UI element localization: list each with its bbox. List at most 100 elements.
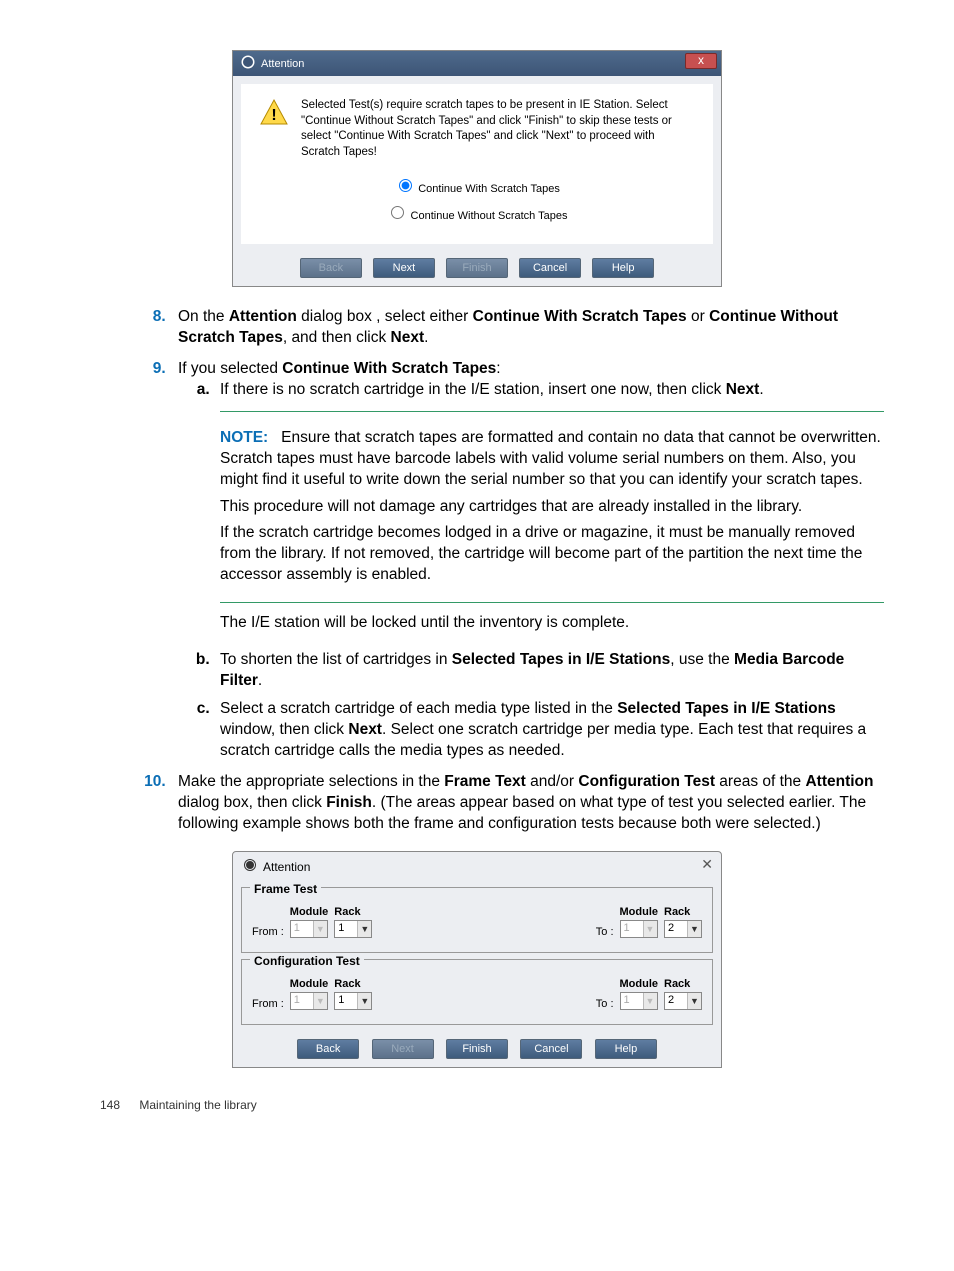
bold: Next (348, 721, 382, 738)
config-test-fieldset: Configuration Test X From : Module 1▼ (241, 959, 713, 1025)
hp-logo-icon (241, 55, 255, 72)
rack-label: Rack (334, 906, 372, 918)
to-group: X To : Module 1▼ Rack 2▼ (596, 978, 702, 1010)
from-module-combo: 1▼ (290, 920, 329, 938)
chevron-down-icon[interactable]: ▼ (687, 921, 701, 937)
text: or (687, 308, 709, 325)
from-label: From : (252, 926, 284, 938)
chevron-down-icon[interactable]: ▼ (357, 993, 371, 1009)
help-button[interactable]: Help (595, 1039, 657, 1059)
help-button[interactable]: Help (592, 258, 654, 278)
combo-value: 2 (665, 921, 687, 937)
finish-button: Finish (446, 258, 508, 278)
from-rack-combo[interactable]: 1▼ (334, 992, 372, 1010)
bold: Selected Tapes in I/E Stations (617, 700, 836, 717)
close-button[interactable]: x (685, 53, 717, 69)
note-block: NOTE: Ensure that scratch tapes are form… (220, 411, 884, 603)
bold: Continue With Scratch Tapes (473, 308, 687, 325)
bold: Selected Tapes in I/E Stations (452, 651, 671, 668)
sub-list: If there is no scratch cartridge in the … (178, 380, 884, 762)
text: , use the (670, 651, 734, 668)
to-label: To : (596, 998, 614, 1010)
text: . (759, 381, 763, 398)
hp-logo-icon (243, 858, 257, 875)
page-footer: 148 Maintaining the library (70, 1068, 884, 1112)
from-label: From : (252, 998, 284, 1010)
to-label: To : (596, 926, 614, 938)
from-rack-combo[interactable]: 1▼ (334, 920, 372, 938)
back-button[interactable]: Back (297, 1039, 359, 1059)
note-text: The I/E station will be locked until the… (220, 613, 884, 634)
bold: Configuration Test (578, 773, 715, 790)
chevron-down-icon[interactable]: ▼ (687, 993, 701, 1009)
page-number: 148 (100, 1098, 120, 1112)
bold: Attention (805, 773, 873, 790)
text: dialog box, then click (178, 794, 326, 811)
text: : (496, 360, 500, 377)
dialog-titlebar: Attention ✕ (233, 852, 721, 881)
radio-with-input[interactable] (399, 179, 412, 192)
text: and/or (526, 773, 579, 790)
to-rack-combo[interactable]: 2▼ (664, 992, 702, 1010)
from-group: X From : Module 1▼ Rack 1▼ (252, 906, 372, 938)
step-9c: Select a scratch cartridge of each media… (214, 699, 884, 762)
chevron-down-icon: ▼ (643, 993, 657, 1009)
frame-test-legend: Frame Test (250, 882, 321, 896)
from-group: X From : Module 1▼ Rack 1▼ (252, 978, 372, 1010)
module-label: Module (290, 978, 329, 990)
dialog-button-row: Back Next Finish Cancel Help (241, 252, 713, 278)
bold: Attention (229, 308, 297, 325)
from-module-combo: 1▼ (290, 992, 329, 1010)
next-button: Next (372, 1039, 434, 1059)
text: . (258, 672, 262, 689)
text: . (424, 329, 428, 346)
rack-label: Rack (334, 978, 372, 990)
combo-value: 2 (665, 993, 687, 1009)
chevron-down-icon[interactable]: ▼ (357, 921, 371, 937)
cancel-button[interactable]: Cancel (520, 1039, 582, 1059)
text: areas of the (715, 773, 805, 790)
combo-value: 1 (335, 993, 357, 1009)
module-label: Module (620, 906, 659, 918)
combo-value: 1 (291, 993, 313, 1009)
radio-with-scratch[interactable]: Continue With Scratch Tapes (259, 176, 695, 195)
radio-without-input[interactable] (391, 206, 404, 219)
radio-without-scratch[interactable]: Continue Without Scratch Tapes (259, 203, 695, 222)
text: dialog box , select either (297, 308, 473, 325)
combo-value: 1 (621, 921, 643, 937)
text: , and then click (283, 329, 391, 346)
cancel-button[interactable]: Cancel (519, 258, 581, 278)
dialog-titlebar: Attention x (233, 51, 721, 76)
step-9b: To shorten the list of cartridges in Sel… (214, 650, 884, 692)
step-9: If you selected Continue With Scratch Ta… (170, 359, 884, 762)
attention-dialog-2: Attention ✕ Frame Test X From : Module 1… (232, 851, 722, 1068)
note-label: NOTE: (220, 429, 268, 446)
note-text: This procedure will not damage any cartr… (220, 497, 884, 518)
bold: Continue With Scratch Tapes (282, 360, 496, 377)
to-module-combo: 1▼ (620, 920, 659, 938)
warning-icon: ! (259, 98, 289, 128)
finish-button[interactable]: Finish (446, 1039, 508, 1059)
bold: Frame Text (444, 773, 526, 790)
chevron-down-icon: ▼ (313, 921, 327, 937)
attention-dialog-1: Attention x ! Selected Test(s) require s… (232, 50, 722, 287)
text: window, then click (220, 721, 348, 738)
note-text: Ensure that scratch tapes are formatted … (220, 429, 881, 488)
module-label: Module (620, 978, 659, 990)
to-module-combo: 1▼ (620, 992, 659, 1010)
combo-value: 1 (335, 921, 357, 937)
to-rack-combo[interactable]: 2▼ (664, 920, 702, 938)
text: If you selected (178, 360, 282, 377)
close-button[interactable]: ✕ (701, 856, 713, 873)
module-label: Module (290, 906, 329, 918)
step-9a: If there is no scratch cartridge in the … (214, 380, 884, 634)
dialog-button-row: Back Next Finish Cancel Help (241, 1033, 713, 1059)
rack-label: Rack (664, 906, 702, 918)
note-text: If the scratch cartridge becomes lodged … (220, 523, 884, 586)
frame-test-fieldset: Frame Test X From : Module 1▼ Rack (241, 887, 713, 953)
step-10: Make the appropriate selections in the F… (170, 772, 884, 835)
svg-text:!: ! (271, 107, 276, 124)
radio-without-label: Continue Without Scratch Tapes (411, 210, 568, 222)
step-8: On the Attention dialog box , select eit… (170, 307, 884, 349)
next-button[interactable]: Next (373, 258, 435, 278)
